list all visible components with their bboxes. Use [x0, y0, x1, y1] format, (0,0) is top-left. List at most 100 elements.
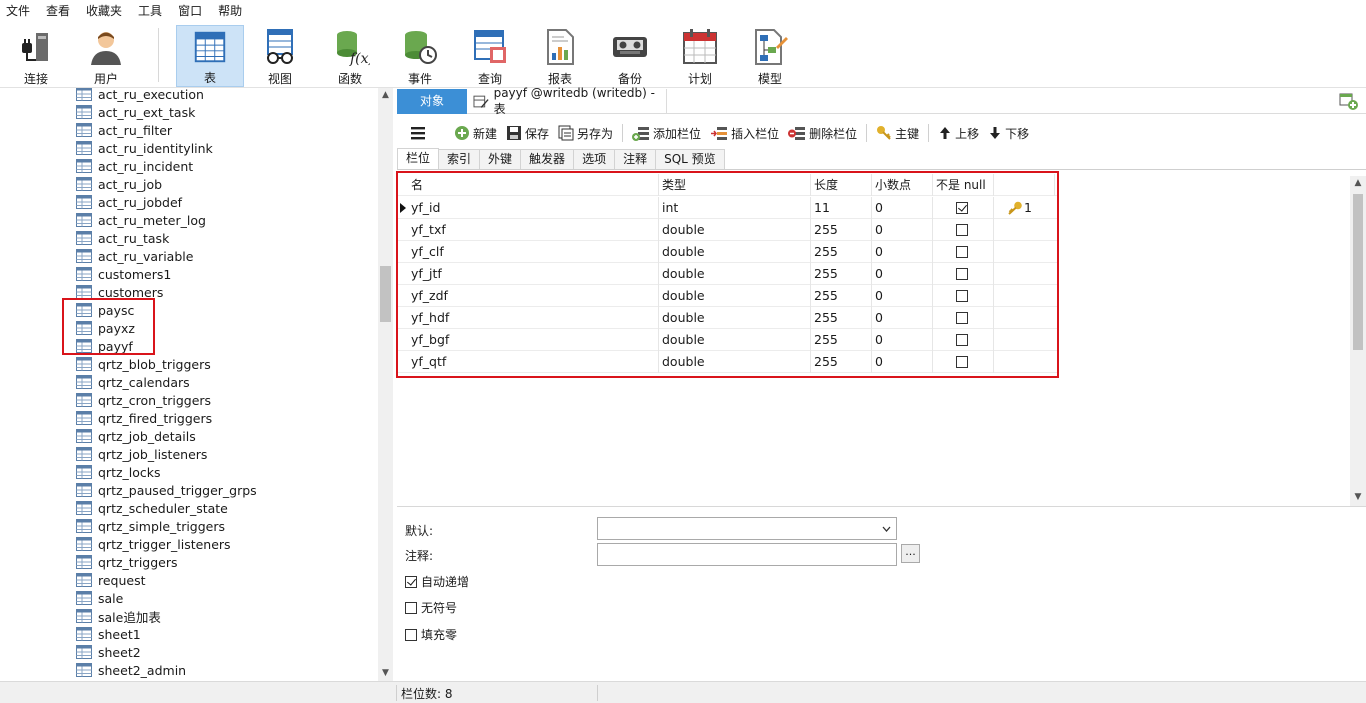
move-up-button[interactable]: 上移: [938, 125, 979, 142]
unsigned-checkbox[interactable]: 无符号: [405, 599, 457, 616]
field-row[interactable]: yf_bgf double 255 0: [397, 329, 1057, 351]
field-row[interactable]: yf_zdf double 255 0: [397, 285, 1057, 307]
tree-item-table[interactable]: qrtz_paused_trigger_grps: [76, 481, 257, 499]
field-decimals-cell[interactable]: 0: [871, 197, 933, 219]
field-name-cell[interactable]: yf_bgf: [407, 329, 659, 351]
primary-key-button[interactable]: 主键: [876, 125, 919, 142]
tree-item-table[interactable]: qrtz_cron_triggers: [76, 391, 211, 409]
add-field-button[interactable]: 添加栏位: [632, 125, 701, 142]
hamburger-menu-icon[interactable]: [410, 126, 426, 140]
field-name-cell[interactable]: yf_zdf: [407, 285, 659, 307]
tree-item-table[interactable]: act_ru_ext_task: [76, 103, 195, 121]
field-type-cell[interactable]: double: [658, 219, 811, 241]
toolbar-schedule-button[interactable]: 计划: [666, 25, 734, 87]
field-type-cell[interactable]: double: [658, 307, 811, 329]
tree-item-table[interactable]: act_ru_meter_log: [76, 211, 206, 229]
move-down-button[interactable]: 下移: [988, 125, 1029, 142]
toolbar-function-button[interactable]: f(x) 函数: [316, 25, 384, 87]
field-length-cell[interactable]: 255: [810, 285, 872, 307]
field-name-cell[interactable]: yf_id: [407, 197, 659, 219]
field-length-cell[interactable]: 255: [810, 351, 872, 373]
object-tree[interactable]: act_ru_execution act_ru_ext_task act_ru_fi…: [0, 88, 393, 681]
field-not-null-cell[interactable]: [932, 263, 994, 285]
field-name-cell[interactable]: yf_clf: [407, 241, 659, 263]
field-decimals-cell[interactable]: 0: [871, 285, 933, 307]
field-row[interactable]: yf_qtf double 255 0: [397, 351, 1057, 373]
toolbar-view-button[interactable]: 视图: [246, 25, 314, 87]
scroll-down-icon[interactable]: ▼: [1350, 490, 1366, 505]
menu-view[interactable]: 查看: [39, 0, 79, 22]
scroll-up-icon[interactable]: ▲: [1350, 176, 1366, 191]
field-row[interactable]: yf_jtf double 255 0: [397, 263, 1057, 285]
header-decimals[interactable]: 小数点: [871, 174, 933, 196]
tree-item-table[interactable]: qrtz_trigger_listeners: [76, 535, 231, 553]
toolbar-user-button[interactable]: 用户: [72, 25, 140, 87]
header-name[interactable]: 名: [407, 174, 659, 196]
tree-item-table[interactable]: qrtz_blob_triggers: [76, 355, 211, 373]
tree-scroll-thumb[interactable]: [380, 266, 391, 322]
field-type-cell[interactable]: double: [658, 285, 811, 307]
field-name-cell[interactable]: yf_jtf: [407, 263, 659, 285]
tree-item-table[interactable]: act_ru_execution: [76, 88, 204, 103]
subtab-triggers[interactable]: 触发器: [520, 149, 575, 169]
field-type-cell[interactable]: double: [658, 241, 811, 263]
field-decimals-cell[interactable]: 0: [871, 263, 933, 285]
checkbox-checked-icon[interactable]: [956, 202, 968, 214]
toolbar-query-button[interactable]: 查询: [456, 25, 524, 87]
field-name-cell[interactable]: yf_hdf: [407, 307, 659, 329]
tab-table-design[interactable]: payyf @writedb (writedb) - 表: [467, 86, 667, 116]
header-length[interactable]: 长度: [810, 174, 872, 196]
comment-input[interactable]: [597, 543, 897, 566]
toolbar-connection-button[interactable]: 连接: [2, 25, 70, 87]
toolbar-model-button[interactable]: 模型: [736, 25, 804, 87]
tree-item-table[interactable]: act_ru_jobdef: [76, 193, 182, 211]
toolbar-backup-button[interactable]: 备份: [596, 25, 664, 87]
field-not-null-cell[interactable]: [932, 307, 994, 329]
toolbar-event-button[interactable]: 事件: [386, 25, 454, 87]
tree-item-table[interactable]: sheet1: [76, 625, 141, 643]
field-length-cell[interactable]: 255: [810, 329, 872, 351]
tree-item-table[interactable]: qrtz_simple_triggers: [76, 517, 225, 535]
subtab-sql-preview[interactable]: SQL 预览: [655, 149, 725, 169]
tree-item-table[interactable]: act_ru_filter: [76, 121, 172, 139]
tree-scrollbar[interactable]: ▲ ▼: [378, 88, 393, 681]
auto-increment-checkbox[interactable]: 自动递增: [405, 573, 469, 590]
field-length-cell[interactable]: 255: [810, 219, 872, 241]
tree-item-table[interactable]: qrtz_fired_triggers: [76, 409, 212, 427]
tree-item-table[interactable]: request: [76, 571, 146, 589]
tree-item-table[interactable]: qrtz_scheduler_state: [76, 499, 228, 517]
comment-editor-button[interactable]: ...: [901, 544, 920, 563]
toolbar-report-button[interactable]: 报表: [526, 25, 594, 87]
field-type-cell[interactable]: double: [658, 329, 811, 351]
tree-item-table[interactable]: customers1: [76, 265, 171, 283]
field-not-null-cell[interactable]: [932, 351, 994, 373]
tree-item-table[interactable]: act_ru_task: [76, 229, 169, 247]
grid-scrollbar[interactable]: ▲ ▼: [1350, 176, 1366, 506]
field-decimals-cell[interactable]: 0: [871, 351, 933, 373]
insert-field-button[interactable]: 插入栏位: [710, 125, 779, 142]
field-length-cell[interactable]: 255: [810, 241, 872, 263]
field-decimals-cell[interactable]: 0: [871, 219, 933, 241]
subtab-options[interactable]: 选项: [573, 149, 616, 169]
field-type-cell[interactable]: double: [658, 263, 811, 285]
tree-item-table[interactable]: customers: [76, 283, 163, 301]
field-not-null-cell[interactable]: [932, 241, 994, 263]
save-button[interactable]: 保存: [506, 125, 549, 142]
field-not-null-cell[interactable]: [932, 329, 994, 351]
field-type-cell[interactable]: int: [658, 197, 811, 219]
subtab-comment[interactable]: 注释: [614, 149, 657, 169]
subtab-foreign-keys[interactable]: 外键: [479, 149, 522, 169]
field-not-null-cell[interactable]: [932, 219, 994, 241]
field-length-cell[interactable]: 255: [810, 307, 872, 329]
tree-item-table[interactable]: sale: [76, 589, 123, 607]
tree-item-table[interactable]: qrtz_job_listeners: [76, 445, 207, 463]
field-row[interactable]: yf_txf double 255 0: [397, 219, 1057, 241]
menu-help[interactable]: 帮助: [211, 0, 251, 22]
checkbox-unchecked-icon[interactable]: [956, 224, 968, 236]
field-not-null-cell[interactable]: [932, 197, 994, 219]
tree-item-table[interactable]: qrtz_triggers: [76, 553, 178, 571]
field-length-cell[interactable]: 255: [810, 263, 872, 285]
default-select[interactable]: [597, 517, 897, 540]
menu-file[interactable]: 文件: [0, 0, 39, 22]
subtab-indexes[interactable]: 索引: [438, 149, 481, 169]
